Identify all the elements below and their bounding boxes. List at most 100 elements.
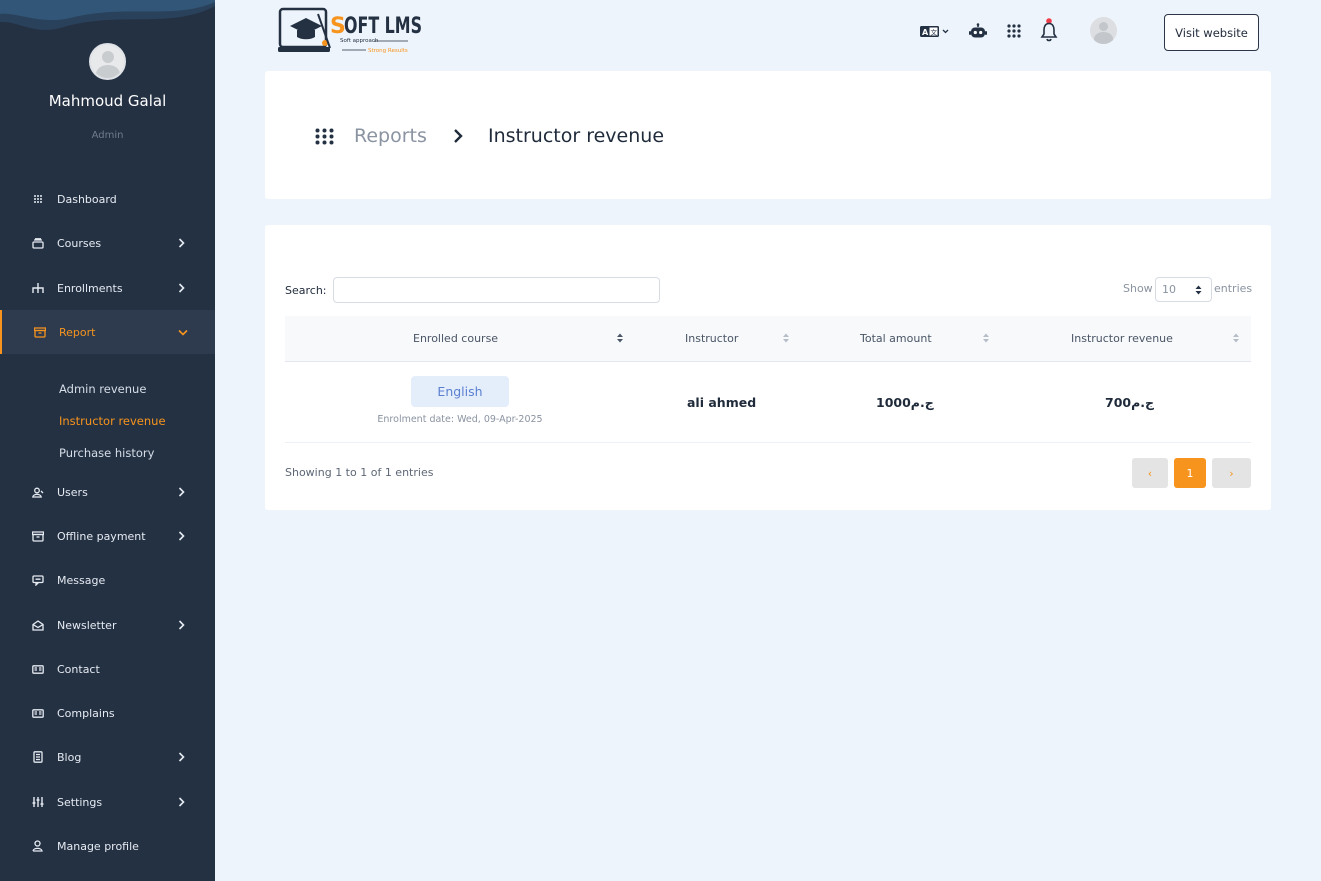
notification-bell-icon[interactable] [1040, 17, 1058, 43]
instructor-name: ali ahmed [687, 395, 757, 410]
revenue-table-card: Search: Show 10 entries Enrolled course … [265, 225, 1271, 510]
language-switcher[interactable]: A 文 [917, 20, 951, 42]
chevron-right-icon [176, 487, 186, 497]
sidebar-item-courses[interactable]: Courses [0, 221, 215, 265]
sidebar-item-label: Newsletter [57, 618, 117, 632]
report-icon [33, 326, 46, 339]
profile-icon [31, 840, 44, 853]
apps-grid-icon[interactable] [1005, 20, 1023, 42]
sidebar-item-label: Message [57, 573, 106, 587]
chevron-right-icon [176, 797, 186, 807]
pagination-next-button[interactable]: › [1212, 458, 1251, 488]
sort-icon[interactable] [617, 333, 623, 343]
sidebar-item-label: Contact [57, 662, 100, 676]
visit-website-button[interactable]: Visit website [1164, 14, 1259, 51]
chevron-right-icon [452, 127, 464, 149]
sidebar-item-users[interactable]: Users [0, 470, 215, 514]
svg-text:OFT LMS: OFT LMS [344, 14, 422, 39]
row-divider [285, 442, 1251, 443]
instructor-revenue-value: 700ج.م [1105, 395, 1155, 410]
grid-dots-icon [315, 128, 334, 149]
translate-icon: A 文 [920, 26, 949, 37]
dashboard-icon [31, 193, 44, 206]
sidebar-item-complains[interactable]: Complains [0, 691, 215, 735]
sort-icon[interactable] [983, 333, 989, 343]
sidebar-item-offline-payment[interactable]: Offline payment [0, 514, 215, 558]
total-amount: 1000ج.م [876, 395, 934, 410]
pagination-page-button[interactable]: 1 [1174, 458, 1206, 488]
column-header-instructor-revenue[interactable]: Instructor revenue [1071, 332, 1173, 345]
chevron-right-icon [176, 752, 186, 762]
page-title: Instructor revenue [488, 125, 665, 147]
sidebar-item-label: Courses [57, 236, 102, 250]
sidebar-item-settings[interactable]: Settings [0, 780, 215, 824]
header-avatar[interactable] [1090, 17, 1117, 44]
message-icon [31, 574, 44, 587]
sidebar-item-newsletter[interactable]: Newsletter [0, 603, 215, 647]
sort-icon[interactable] [783, 333, 789, 343]
sidebar-item-label: Offline payment [57, 529, 146, 543]
sidebar-item-blog[interactable]: Blog [0, 735, 215, 779]
logo-tagline-1: Soft approach [340, 38, 379, 44]
sidebar-item-label: Enrollments [57, 281, 123, 295]
search-label: Search: [285, 284, 327, 297]
enrollments-icon [31, 282, 44, 295]
sidebar-item-label: Users [57, 485, 88, 499]
sidebar-subitem-admin-revenue[interactable]: Admin revenue [59, 382, 146, 396]
sidebar-item-label: Dashboard [57, 192, 117, 206]
breadcrumb-reports-link[interactable]: Reports [354, 125, 427, 147]
entries-label: entries [1214, 282, 1253, 295]
complains-icon [31, 707, 44, 720]
sidebar-subitem-instructor-revenue[interactable]: Instructor revenue [59, 414, 166, 428]
column-header-instructor[interactable]: Instructor [685, 332, 738, 345]
sidebar-item-label: Manage profile [57, 839, 139, 853]
svg-text:文: 文 [931, 28, 938, 37]
robot-icon[interactable] [968, 20, 988, 42]
newsletter-icon [31, 619, 44, 632]
entries-per-page-select[interactable]: 10 [1155, 277, 1212, 302]
user-role: Admin [91, 130, 124, 141]
chevron-down-icon [178, 327, 188, 337]
soft-lms-logo[interactable]: S OFT LMS Soft approach Strong Results [278, 6, 428, 56]
sidebar-item-label: Blog [57, 750, 82, 764]
search-input[interactable] [333, 277, 660, 303]
chevron-right-icon [176, 620, 186, 630]
sidebar-item-contact[interactable]: Contact [0, 647, 215, 691]
sidebar-wave-decoration [0, 0, 215, 30]
enrolment-date: Enrolment date: Wed, 09-Apr-2025 [377, 414, 543, 425]
breadcrumb: Reports Instructor revenue [265, 71, 1271, 199]
sidebar: Mahmoud Galal Admin Dashboard Courses En… [0, 0, 215, 881]
show-label: Show [1123, 282, 1153, 295]
sidebar-item-enrollments[interactable]: Enrollments [0, 266, 215, 310]
course-badge[interactable]: English [411, 376, 509, 407]
sidebar-item-manage-profile[interactable]: Manage profile [0, 824, 215, 868]
pagination-prev-button[interactable]: ‹ [1132, 458, 1168, 488]
sort-icon[interactable] [1233, 333, 1239, 343]
column-header-total-amount[interactable]: Total amount [860, 332, 932, 345]
sidebar-subitem-purchase-history[interactable]: Purchase history [59, 446, 154, 460]
chevron-right-icon [176, 238, 186, 248]
chevron-right-icon [176, 283, 186, 293]
table-header: Enrolled course Instructor Total amount … [285, 316, 1251, 362]
blog-icon [31, 751, 44, 764]
column-header-enrolled-course[interactable]: Enrolled course [413, 332, 498, 345]
offline-payment-icon [31, 530, 44, 543]
sidebar-item-message[interactable]: Message [0, 558, 215, 602]
svg-text:A: A [922, 28, 929, 37]
contact-icon [31, 663, 44, 676]
showing-entries-info: Showing 1 to 1 of 1 entries [285, 466, 434, 479]
entries-per-page-value: 10 [1162, 283, 1176, 296]
select-arrows-icon [1195, 285, 1202, 295]
sidebar-avatar [89, 43, 126, 80]
logo-tagline-2: Strong Results [368, 48, 408, 54]
sidebar-item-label: Settings [57, 795, 103, 809]
courses-icon [31, 237, 44, 250]
sidebar-item-report[interactable]: Report [0, 310, 215, 354]
settings-sliders-icon [31, 796, 44, 809]
sidebar-item-dashboard[interactable]: Dashboard [0, 177, 215, 221]
sidebar-item-label: Complains [57, 706, 115, 720]
users-icon [31, 486, 44, 499]
user-name: Mahmoud Galal [48, 92, 167, 110]
chevron-right-icon [176, 531, 186, 541]
sidebar-item-label: Report [59, 325, 96, 339]
